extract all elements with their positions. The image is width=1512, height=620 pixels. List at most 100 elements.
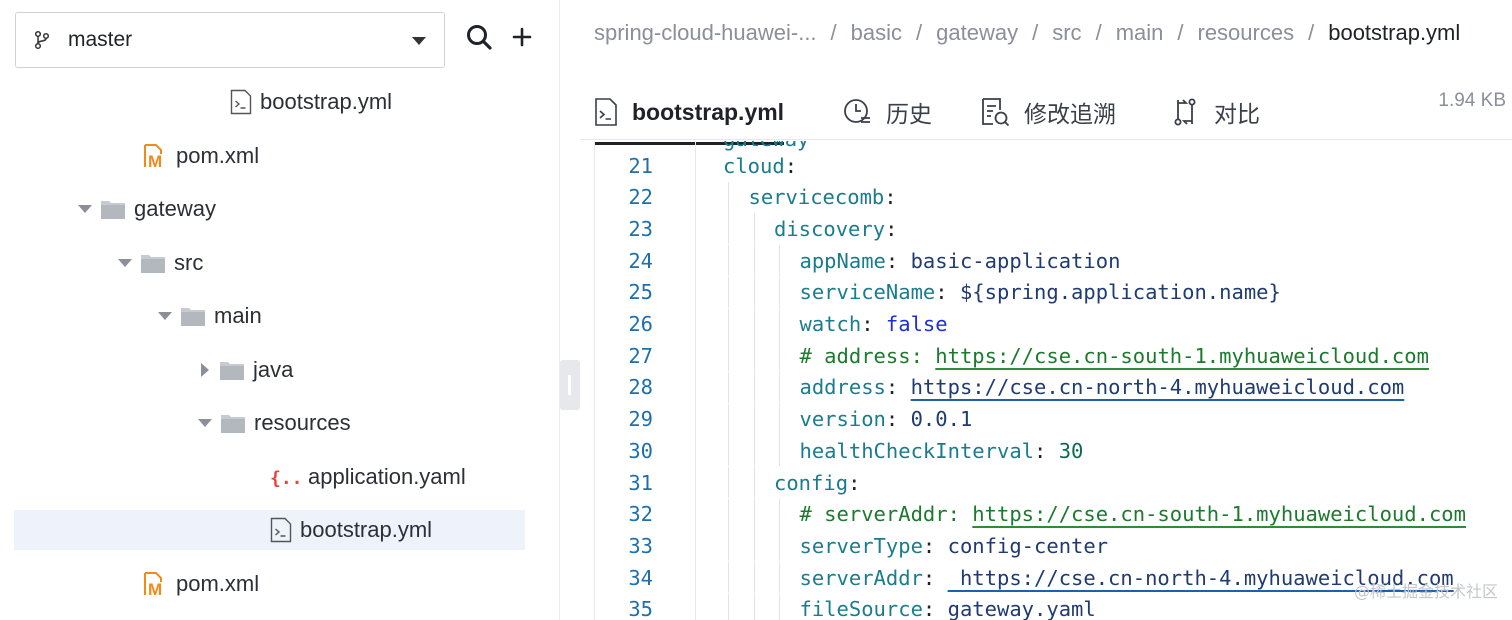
indent-guide	[728, 181, 729, 213]
code-line: 27 # address: https://cse.cn-south-1.myhu…	[595, 340, 1512, 372]
tree-item-label: pom.xml	[176, 571, 260, 596]
indent-guide	[753, 340, 755, 372]
tree-item[interactable]: resources	[14, 403, 525, 443]
indent-guide	[779, 562, 780, 594]
tree-item[interactable]: {..} application.yaml	[14, 457, 525, 497]
indent-guide	[728, 245, 729, 277]
tab-history[interactable]: 历史	[842, 86, 932, 138]
yaml-value: gateway.yaml	[947, 597, 1096, 620]
line-number: 35	[628, 597, 653, 620]
branch-selector[interactable]: master	[15, 12, 445, 68]
yaml-colon: :	[848, 470, 873, 495]
indent-guide	[728, 562, 729, 594]
tree-item-label: main	[214, 303, 262, 328]
file-size: 1.94 KB	[1438, 90, 1506, 111]
line-number: 24	[628, 248, 653, 273]
indent-guide	[779, 593, 780, 620]
yaml-colon: :	[884, 185, 909, 210]
add-button[interactable]	[505, 20, 539, 54]
tab-blame-label: 修改追溯	[1024, 101, 1116, 127]
code-line: 33 serverType: config-center	[595, 530, 1512, 562]
breadcrumb-item[interactable]: main	[1116, 20, 1164, 46]
yaml-key: appName	[799, 248, 886, 273]
indent-guide	[728, 308, 729, 340]
tree-item-label: application.yaml	[308, 464, 466, 489]
caret-down-icon[interactable]	[198, 419, 212, 427]
indent-guide	[779, 308, 780, 340]
line-number: 22	[628, 185, 653, 210]
breadcrumb-item[interactable]: spring-cloud-huawei-...	[594, 20, 817, 46]
code-line: 30 healthCheckInterval: 30	[595, 435, 1512, 467]
svg-text:M: M	[148, 580, 162, 597]
code-line: 23 discovery:	[595, 213, 1512, 245]
folder-icon	[140, 252, 166, 274]
yaml-colon: :	[861, 312, 886, 336]
tree-item[interactable]: bootstrap.yml	[14, 510, 525, 550]
breadcrumb-item[interactable]: gateway	[936, 20, 1018, 46]
code-line: 28 address: https://cse.cn-north-4.myhuaw…	[595, 371, 1512, 403]
yaml-value[interactable]: https://cse.cn-south-1.myhuaweicloud.com	[935, 344, 1429, 368]
yaml-colon: :	[1034, 438, 1059, 463]
caret-right-icon[interactable]	[201, 363, 209, 377]
tab-file[interactable]: bootstrap.yml	[594, 86, 785, 145]
yaml-key: serviceName	[799, 280, 936, 305]
tree-item[interactable]: java	[14, 350, 525, 390]
tab-file-label: bootstrap.yml	[632, 98, 785, 125]
panel-resize-handle[interactable]	[560, 360, 580, 410]
caret-down-icon[interactable]	[78, 205, 92, 213]
yaml-colon: :	[910, 343, 936, 368]
file-terminal-icon	[594, 98, 618, 126]
code-line: 21 cloud:	[595, 150, 1512, 181]
line-number: 34	[628, 565, 653, 590]
yaml-value: basic-application	[910, 248, 1121, 273]
caret-down-icon[interactable]	[158, 312, 172, 320]
indent-guide	[728, 467, 729, 498]
breadcrumb-item[interactable]: src	[1052, 20, 1081, 46]
yaml-key: serverType	[799, 533, 923, 558]
tree-item-label: bootstrap.yml	[260, 89, 393, 114]
breadcrumb-separator: /	[1095, 20, 1102, 45]
indent-guide	[753, 403, 755, 435]
code-line: 26 watch: false	[595, 308, 1512, 340]
compare-icon	[1170, 97, 1200, 127]
blame-icon	[980, 97, 1010, 127]
yaml-value: config-center	[947, 533, 1109, 558]
breadcrumb-item[interactable]: resources	[1198, 20, 1295, 46]
breadcrumb-item[interactable]: basic	[851, 20, 902, 46]
line-number: 25	[628, 280, 653, 305]
indent-guide	[779, 276, 780, 308]
file-tree-sidebar: master bootstrap.yml Mpom.xml gateway src ma…	[0, 0, 560, 620]
line-number: 30	[628, 438, 653, 463]
code-line: 22 servicecomb:	[595, 181, 1512, 213]
indent-guide	[779, 371, 780, 403]
tree-item-label: java	[253, 357, 294, 382]
tree-item[interactable]: bootstrap.yml	[14, 82, 525, 122]
watermark: @稀土掘金技术社区	[1353, 582, 1498, 601]
tree-item[interactable]: gateway	[14, 189, 525, 229]
tree-item[interactable]: Mpom.xml	[14, 564, 525, 604]
breadcrumb-separator: /	[916, 20, 923, 45]
folder-icon	[220, 412, 246, 434]
tree-item[interactable]: Mpom.xml	[14, 136, 525, 176]
indent-guide	[728, 530, 729, 562]
search-button[interactable]	[462, 20, 496, 54]
indent-guide	[728, 340, 729, 372]
yaml-value[interactable]: https://cse.cn-south-1.myhuaweicloud.com	[972, 502, 1466, 526]
branch-name: master	[68, 28, 133, 51]
tree-item[interactable]: main	[14, 296, 525, 336]
yaml-key: healthCheckInterval	[799, 438, 1035, 463]
indent-guide	[779, 245, 780, 277]
tree-item[interactable]: src	[14, 243, 525, 283]
indent-guide	[753, 498, 755, 530]
breadcrumb-separator: /	[1308, 20, 1315, 45]
code-line: 25 serviceName: ${spring.application.name…	[595, 276, 1512, 308]
yaml-key: serverAddr	[799, 565, 923, 590]
history-icon	[842, 97, 872, 127]
yaml-key: config	[774, 470, 849, 495]
caret-down-icon[interactable]	[118, 259, 132, 267]
tab-blame[interactable]: 修改追溯	[980, 86, 1116, 138]
yaml-colon: :	[922, 565, 948, 590]
tree-item-label: pom.xml	[176, 143, 260, 168]
yaml-value[interactable]: https://cse.cn-north-4.myhuaweicloud.com	[911, 375, 1405, 399]
tab-compare[interactable]: 对比	[1170, 86, 1260, 138]
